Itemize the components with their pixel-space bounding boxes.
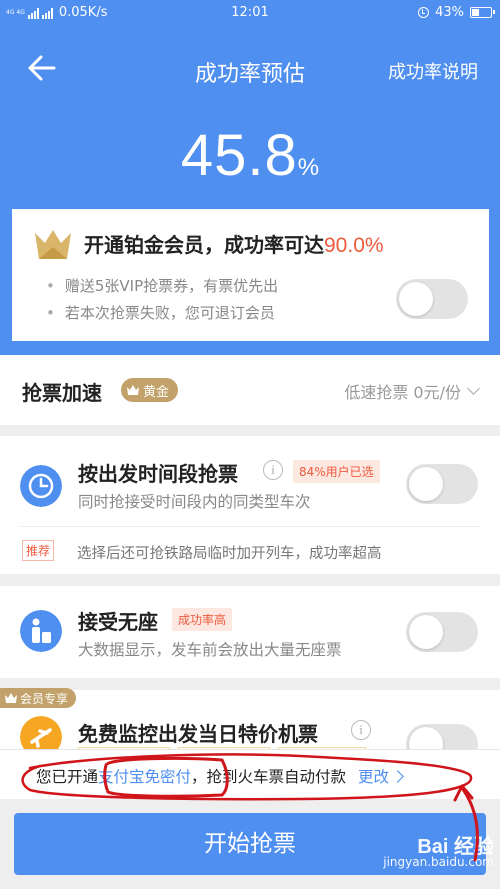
alipay-link[interactable]: 支付宝免密付 bbox=[98, 765, 191, 787]
success-rate-unit: % bbox=[297, 154, 320, 181]
watermark-brand: Bai 经验 bbox=[417, 836, 494, 858]
nav-bar: 成功率预估 成功率说明 bbox=[0, 46, 500, 96]
vip-rate: 90.0% bbox=[324, 234, 384, 257]
option-desc: 同时抢接受时间段内的同类型车次 bbox=[78, 493, 311, 511]
recommend-badge: 推荐 bbox=[22, 540, 55, 561]
option-standing: 接受无座 成功率高 大数据显示，发车前会放出大量无座票 bbox=[0, 586, 500, 678]
vip-title-text: 开通铂金会员，成功率可达 bbox=[84, 233, 324, 257]
payment-prefix: 您已开通 bbox=[36, 768, 99, 786]
payment-notice-row: 您已开通 支付宝免密付 ，抢到火车票自动付款 更改 bbox=[36, 765, 404, 787]
chevron-right-icon bbox=[391, 769, 404, 783]
time-window-toggle[interactable] bbox=[406, 464, 478, 504]
speed-up-row[interactable]: 抢票加速 黄金 低速抢票 0元/份 bbox=[0, 355, 500, 425]
battery-percent: 43% bbox=[435, 5, 464, 20]
change-label: 更改 bbox=[358, 768, 390, 786]
status-right: 43% bbox=[418, 5, 495, 20]
option-desc: 大数据显示，发车前会放出大量无座票 bbox=[78, 641, 342, 659]
gold-level-text: 黄金 bbox=[143, 384, 170, 400]
option-tag: 84%用户已选 bbox=[293, 460, 380, 483]
vip-title: 开通铂金会员，成功率可达90.0% bbox=[84, 229, 384, 258]
rate-help-link[interactable]: 成功率说明 bbox=[388, 58, 478, 84]
vip-upsell-card: 开通铂金会员，成功率可达90.0% 赠送5张VIP抢票券，有票优先出 若本次抢票… bbox=[12, 209, 489, 341]
option-time-window: 按出发时间段抢票 i 84%用户已选 同时抢接受时间段内的同类型车次 推荐 选择… bbox=[0, 436, 500, 574]
member-exclusive-text: 会员专享 bbox=[20, 691, 69, 706]
alarm-icon bbox=[418, 7, 430, 18]
standing-toggle[interactable] bbox=[406, 612, 478, 652]
vip-benefit-item: 赠送5张VIP抢票券，有票优先出 bbox=[46, 273, 278, 300]
vip-benefits: 赠送5张VIP抢票券，有票优先出 若本次抢票失败，您可退订会员 bbox=[46, 273, 278, 327]
speed-value-text: 低速抢票 0元/份 bbox=[344, 383, 461, 402]
payment-suffix: ，抢到火车票自动付款 bbox=[191, 768, 347, 786]
member-exclusive-tag: 会员专享 bbox=[0, 688, 77, 708]
speed-up-label: 抢票加速 bbox=[22, 381, 102, 405]
gold-level-badge: 黄金 bbox=[121, 378, 179, 402]
battery-icon bbox=[470, 7, 495, 18]
vip-toggle[interactable] bbox=[396, 279, 468, 319]
option-title: 免费监控出发当日特价机票 bbox=[78, 722, 318, 746]
info-icon[interactable]: i bbox=[351, 720, 371, 740]
crown-icon bbox=[35, 230, 71, 259]
watermark: Bai 经验 jingyan.baidu.com bbox=[383, 836, 494, 870]
recommend-text: 选择后还可抢铁路局临时加开列车，成功率超高 bbox=[77, 546, 382, 562]
option-title: 接受无座 bbox=[78, 610, 158, 634]
header-panel: 4G 4G 0.05K/s 12:01 43% 成功率预估 成功率说明 45.8… bbox=[0, 0, 500, 355]
option-tag: 成功率高 bbox=[172, 608, 233, 631]
success-rate: 45.8% bbox=[0, 122, 500, 189]
payment-notice: 您已开通 支付宝免密付 ，抢到火车票自动付款 更改 bbox=[0, 749, 500, 799]
clock-icon bbox=[20, 465, 62, 507]
standing-person-icon bbox=[20, 610, 62, 652]
chevron-down-icon bbox=[467, 382, 480, 395]
crown-icon bbox=[127, 385, 139, 395]
watermark-url: jingyan.baidu.com bbox=[383, 855, 494, 869]
status-bar: 4G 4G 0.05K/s 12:01 43% bbox=[0, 0, 500, 28]
speed-dropdown[interactable]: 低速抢票 0元/份 bbox=[344, 379, 480, 403]
change-payment-button[interactable]: 更改 bbox=[358, 765, 404, 787]
vip-benefit-item: 若本次抢票失败，您可退订会员 bbox=[46, 300, 278, 327]
option-title: 按出发时间段抢票 bbox=[78, 462, 238, 486]
success-rate-value: 45.8 bbox=[180, 123, 298, 188]
info-icon[interactable]: i bbox=[263, 460, 283, 480]
divider bbox=[20, 526, 480, 527]
crown-icon bbox=[5, 693, 17, 703]
